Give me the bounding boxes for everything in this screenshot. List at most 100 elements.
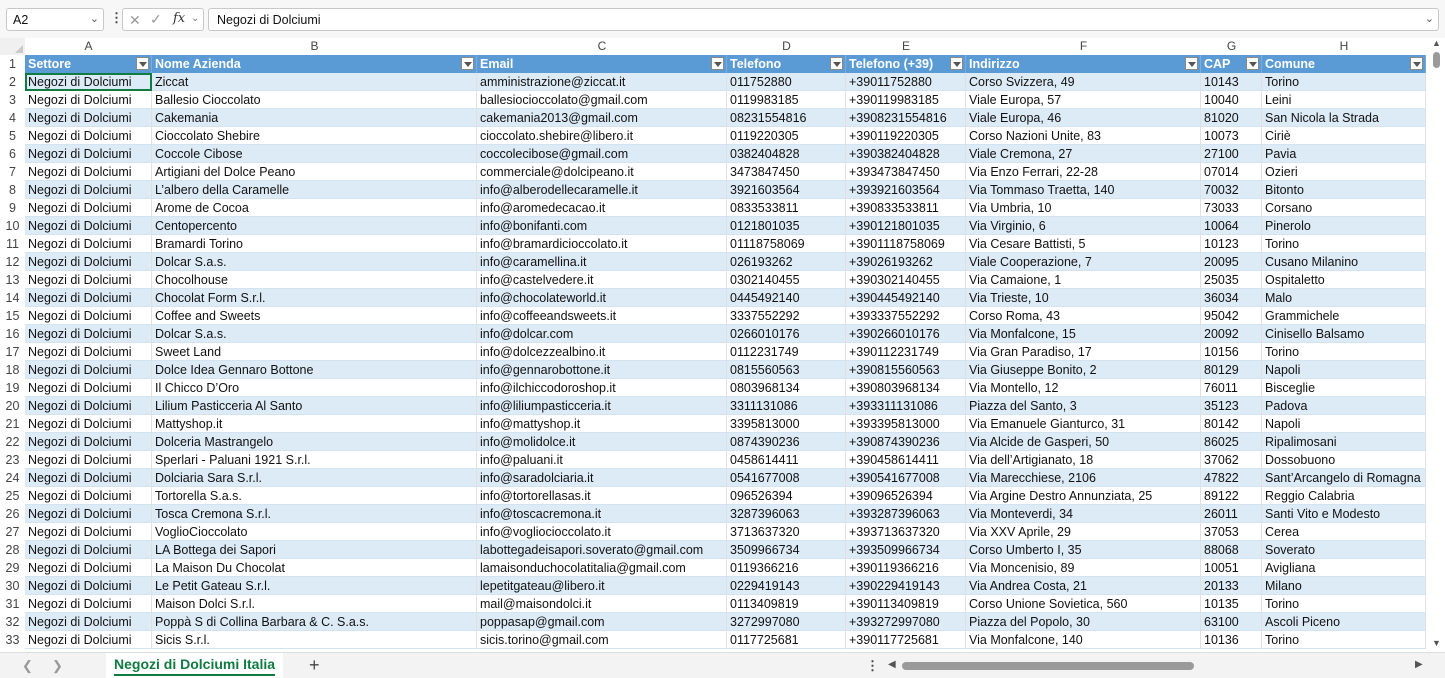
table-cell[interactable]: 20095	[1201, 253, 1262, 271]
scrollbar-thumb[interactable]	[1433, 52, 1440, 68]
table-cell[interactable]: L’albero della Caramelle	[152, 181, 477, 199]
table-cell[interactable]: Corso Unione Sovietica, 560	[966, 595, 1201, 613]
table-cell[interactable]: 0874390236	[727, 433, 846, 451]
filter-dropdown-icon[interactable]	[136, 57, 149, 70]
row-header[interactable]: 33	[0, 631, 25, 649]
table-cell[interactable]: Mattyshop.it	[152, 415, 477, 433]
table-cell[interactable]: 0113409819	[727, 595, 846, 613]
table-cell[interactable]: Via Emanuele Gianturco, 31	[966, 415, 1201, 433]
table-cell[interactable]: Viale Cooperazione, 7	[966, 253, 1201, 271]
header-cell[interactable]: Indirizzo	[966, 55, 1201, 73]
table-cell[interactable]: 10156	[1201, 343, 1262, 361]
table-cell[interactable]: Negozi di Dolciumi	[25, 541, 152, 559]
table-cell[interactable]: +390113409819	[846, 595, 966, 613]
table-cell[interactable]: Cakemania	[152, 109, 477, 127]
table-cell[interactable]: Negozi di Dolciumi	[25, 559, 152, 577]
table-cell[interactable]: 0815560563	[727, 361, 846, 379]
table-cell[interactable]: info@bramardicioccolato.it	[477, 235, 727, 253]
row-header[interactable]: 13	[0, 271, 25, 289]
row-header[interactable]: 24	[0, 469, 25, 487]
table-cell[interactable]: Via Virginio, 6	[966, 217, 1201, 235]
table-cell[interactable]: 20092	[1201, 325, 1262, 343]
table-cell[interactable]: 81020	[1201, 109, 1262, 127]
table-cell[interactable]: 27100	[1201, 145, 1262, 163]
table-cell[interactable]: 10040	[1201, 91, 1262, 109]
table-cell[interactable]: Negozi di Dolciumi	[25, 271, 152, 289]
table-cell[interactable]: +393509966734	[846, 541, 966, 559]
table-cell[interactable]: Negozi di Dolciumi	[25, 433, 152, 451]
table-cell[interactable]: Negozi di Dolciumi	[25, 145, 152, 163]
row-header[interactable]: 10	[0, 217, 25, 235]
row-header[interactable]: 32	[0, 613, 25, 631]
table-cell[interactable]: 47822	[1201, 469, 1262, 487]
table-cell[interactable]: lamaisonduchocolatitalia@gmail.com	[477, 559, 727, 577]
table-cell[interactable]: Artigiani del Dolce Peano	[152, 163, 477, 181]
table-cell[interactable]: Negozi di Dolciumi	[25, 523, 152, 541]
table-cell[interactable]: 3509966734	[727, 541, 846, 559]
row-header[interactable]: 19	[0, 379, 25, 397]
table-cell[interactable]: info@dolcar.com	[477, 325, 727, 343]
table-cell[interactable]: Grammichele	[1262, 307, 1426, 325]
table-cell[interactable]: Sant’Arcangelo di Romagna	[1262, 469, 1426, 487]
table-cell[interactable]: Avigliana	[1262, 559, 1426, 577]
table-cell[interactable]: +393272997080	[846, 613, 966, 631]
row-header[interactable]: 9	[0, 199, 25, 217]
table-cell[interactable]: Negozi di Dolciumi	[25, 415, 152, 433]
table-cell[interactable]: 08231554816	[727, 109, 846, 127]
table-cell[interactable]: Negozi di Dolciumi	[25, 199, 152, 217]
table-cell[interactable]: +393311131086	[846, 397, 966, 415]
row-header[interactable]: 5	[0, 127, 25, 145]
table-cell[interactable]: +390302140455	[846, 271, 966, 289]
table-cell[interactable]: Cinisello Balsamo	[1262, 325, 1426, 343]
table-cell[interactable]: +39026193262	[846, 253, 966, 271]
table-cell[interactable]: Negozi di Dolciumi	[25, 613, 152, 631]
table-cell[interactable]: Corso Roma, 43	[966, 307, 1201, 325]
table-cell[interactable]: info@castelvedere.it	[477, 271, 727, 289]
table-cell[interactable]: info@mattyshop.it	[477, 415, 727, 433]
chevron-down-icon[interactable]: ⌄	[191, 13, 199, 24]
table-cell[interactable]: Via Andrea Costa, 21	[966, 577, 1201, 595]
table-cell[interactable]: info@toscacremona.it	[477, 505, 727, 523]
table-cell[interactable]: coccolecibose@gmail.com	[477, 145, 727, 163]
table-cell[interactable]: Via Monfalcone, 15	[966, 325, 1201, 343]
table-cell[interactable]: Ciriè	[1262, 127, 1426, 145]
column-header[interactable]: C	[477, 38, 727, 55]
table-cell[interactable]: Piazza del Popolo, 30	[966, 613, 1201, 631]
table-cell[interactable]: +390833533811	[846, 199, 966, 217]
table-cell[interactable]: 3713637320	[727, 523, 846, 541]
table-cell[interactable]: Negozi di Dolciumi	[25, 217, 152, 235]
table-cell[interactable]: Negozi di Dolciumi	[25, 343, 152, 361]
table-cell[interactable]: Negozi di Dolciumi	[25, 631, 152, 649]
table-cell[interactable]: Bitonto	[1262, 181, 1426, 199]
row-header[interactable]: 6	[0, 145, 25, 163]
table-cell[interactable]: Via Monteverdi, 34	[966, 505, 1201, 523]
table-cell[interactable]: +393395813000	[846, 415, 966, 433]
table-cell[interactable]: cakemania2013@gmail.com	[477, 109, 727, 127]
more-options-icon[interactable]: ⋮	[866, 658, 879, 674]
table-cell[interactable]: Milano	[1262, 577, 1426, 595]
table-cell[interactable]: +390112231749	[846, 343, 966, 361]
formula-input[interactable]: Negozi di Dolciumi ⌄	[208, 8, 1439, 31]
table-cell[interactable]: Via Moncenisio, 89	[966, 559, 1201, 577]
table-cell[interactable]: Negozi di Dolciumi	[25, 307, 152, 325]
table-cell[interactable]: 0541677008	[727, 469, 846, 487]
table-cell[interactable]: Padova	[1262, 397, 1426, 415]
table-cell[interactable]: Via XXV Aprile, 29	[966, 523, 1201, 541]
table-cell[interactable]: Via Tommaso Traetta, 140	[966, 181, 1201, 199]
chevron-down-icon[interactable]: ⌄	[90, 12, 99, 25]
table-cell[interactable]: 0445492140	[727, 289, 846, 307]
table-cell[interactable]: 80129	[1201, 361, 1262, 379]
table-cell[interactable]: Negozi di Dolciumi	[25, 73, 152, 91]
table-cell[interactable]: +3901118758069	[846, 235, 966, 253]
name-box[interactable]: A2 ⌄	[6, 8, 104, 31]
table-cell[interactable]: ballesiocioccolato@gmail.com	[477, 91, 727, 109]
filter-dropdown-icon[interactable]	[830, 57, 843, 70]
table-cell[interactable]: Corsano	[1262, 199, 1426, 217]
table-cell[interactable]: Corso Nazioni Unite, 83	[966, 127, 1201, 145]
table-cell[interactable]: Torino	[1262, 343, 1426, 361]
table-cell[interactable]: 3287396063	[727, 505, 846, 523]
table-cell[interactable]: Negozi di Dolciumi	[25, 577, 152, 595]
table-cell[interactable]: Negozi di Dolciumi	[25, 253, 152, 271]
table-cell[interactable]: 35123	[1201, 397, 1262, 415]
table-cell[interactable]: Dolcar S.a.s.	[152, 253, 477, 271]
